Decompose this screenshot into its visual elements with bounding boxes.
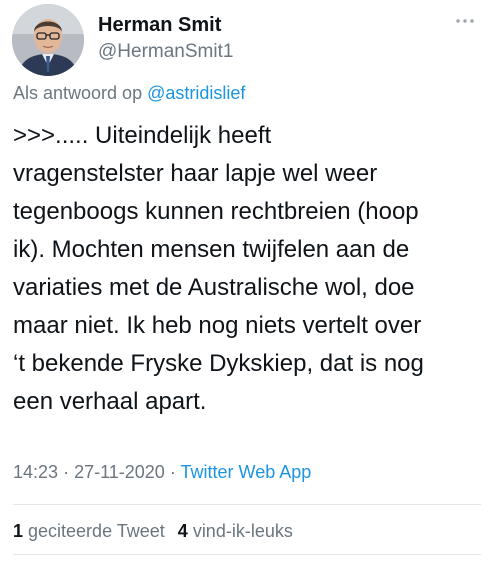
tweet-text-line: vragenstelster haar lapje wel weer bbox=[13, 160, 378, 187]
divider bbox=[13, 554, 481, 555]
tweet-metadata: 14:23 · 27-11-2020 · Twitter Web App bbox=[13, 462, 311, 483]
tweet-stats: 1 geciteerde Tweet 4 vind-ik-leuks bbox=[13, 521, 301, 542]
reply-context: Als antwoord op @astridislief bbox=[13, 83, 245, 104]
meta-separator: · bbox=[63, 462, 70, 482]
tweet-time[interactable]: 14:23 bbox=[13, 462, 58, 482]
quote-label: geciteerde Tweet bbox=[28, 521, 165, 541]
like-label: vind-ik-leuks bbox=[192, 521, 293, 541]
more-horizontal-icon[interactable] bbox=[452, 14, 478, 28]
quote-count: 1 bbox=[13, 521, 24, 541]
tweet-text-line: ik). Mochten mensen twijfelen aan de bbox=[13, 236, 410, 263]
tweet-text-line: een verhaal apart. bbox=[13, 388, 207, 415]
reply-prefix: Als antwoord op bbox=[13, 83, 143, 103]
likes-link[interactable]: 4 vind-ik-leuks bbox=[178, 521, 293, 541]
tweet-text-line: tegenboogs kunnen rechtbreien (hoop bbox=[13, 198, 419, 225]
author-handle[interactable]: @HermanSmit1 bbox=[98, 41, 233, 63]
avatar[interactable] bbox=[12, 4, 84, 76]
divider bbox=[13, 504, 481, 505]
tweet-text-line: maar niet. Ik heb nog niets vertelt over bbox=[13, 312, 422, 339]
tweet-text: >>>..... Uiteindelijk heeft vragenstelst… bbox=[13, 117, 483, 421]
like-count: 4 bbox=[177, 521, 188, 541]
tweet-text-line: >>>..... Uiteindelijk heeft bbox=[13, 122, 272, 149]
tweet: Herman Smit @HermanSmit1 Als antwoord op… bbox=[0, 0, 494, 564]
tweet-text-line: ‘t bekende Fryske Dykskiep, dat is nog bbox=[13, 350, 424, 377]
reply-mention-link[interactable]: @astridislief bbox=[147, 83, 245, 103]
author-name[interactable]: Herman Smit bbox=[98, 14, 221, 37]
tweet-text-line: variaties met de Australische wol, doe bbox=[13, 274, 415, 301]
tweet-source-link[interactable]: Twitter Web App bbox=[181, 462, 312, 482]
quote-tweets-link[interactable]: 1 geciteerde Tweet bbox=[13, 521, 165, 541]
tweet-date[interactable]: 27-11-2020 bbox=[74, 462, 165, 482]
avatar-photo bbox=[12, 4, 84, 76]
meta-separator: · bbox=[169, 462, 176, 482]
